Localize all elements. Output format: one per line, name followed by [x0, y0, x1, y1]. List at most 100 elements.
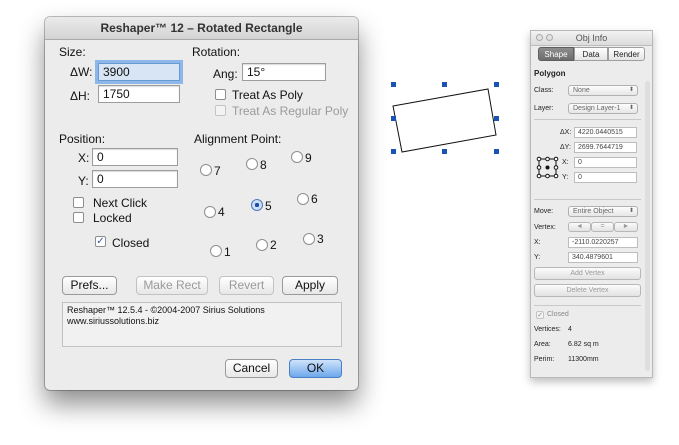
selection-handle-bottom-right[interactable] — [494, 149, 499, 154]
selection-handle-top[interactable] — [442, 82, 447, 87]
website-text: www.siriussolutions.biz — [67, 316, 160, 326]
tab-shape[interactable]: Shape — [538, 47, 574, 61]
dialog-title: Reshaper™ 12 – Rotated Rectangle — [45, 17, 358, 40]
x-field[interactable]: 0 — [574, 157, 637, 168]
minimize-window-icon[interactable] — [546, 34, 553, 41]
alignment-radio-7[interactable] — [200, 164, 212, 176]
move-label: Move: — [534, 208, 554, 215]
vertex-x-field[interactable]: -2110.0220257 — [568, 237, 638, 248]
layer-dropdown[interactable]: Design Layer-1 ⬍ — [568, 103, 638, 114]
alignment-radio-6[interactable] — [297, 193, 309, 205]
size-label: Size: — [59, 45, 86, 59]
vertex-y-label: Y: — [534, 254, 541, 261]
y-label: Y: — [78, 174, 89, 188]
alignment-radio-4[interactable] — [204, 206, 216, 218]
divider — [534, 199, 641, 200]
closed-label: Closed — [547, 311, 569, 318]
vertex-next-button[interactable]: ► — [614, 222, 638, 232]
x-field[interactable] — [92, 148, 178, 166]
alignment-radio-3-label: 3 — [317, 232, 324, 246]
alignment-radio-5[interactable] — [251, 199, 263, 211]
alignment-radio-1[interactable] — [210, 245, 222, 257]
alignment-radio-2[interactable] — [256, 239, 268, 251]
revert-button[interactable]: Revert — [219, 276, 274, 295]
treat-as-poly-checkbox[interactable] — [215, 89, 226, 100]
treat-as-regular-poly-label: Treat As Regular Poly — [232, 104, 349, 118]
ang-label: Ang: — [213, 67, 238, 81]
divider — [534, 305, 641, 306]
alignment-point-grid-icon[interactable] — [536, 156, 560, 180]
prefs-button[interactable]: Prefs... — [62, 276, 117, 295]
ok-button[interactable]: OK — [289, 359, 342, 378]
vertices-label: Vertices: — [534, 326, 561, 333]
alignment-radio-8-label: 8 — [260, 158, 267, 172]
version-text: Reshaper™ 12.5.4 - ©2004-2007 Sirius Sol… — [67, 305, 265, 315]
selection-handle-left[interactable] — [391, 116, 396, 121]
selection-handle-top-right[interactable] — [494, 82, 499, 87]
alignment-radio-7-label: 7 — [214, 164, 221, 178]
alignment-radio-6-label: 6 — [311, 192, 318, 206]
tab-render[interactable]: Render — [608, 47, 645, 61]
make-rect-button[interactable]: Make Rect — [136, 276, 208, 295]
vertex-y-field[interactable]: 340.4879601 — [568, 252, 638, 263]
y-field[interactable] — [92, 170, 178, 188]
next-click-label: Next Click — [93, 196, 148, 210]
y-field[interactable]: 0 — [574, 172, 637, 183]
class-value: None — [573, 87, 590, 94]
class-dropdown[interactable]: None ⬍ — [568, 85, 638, 96]
selection-handle-right[interactable] — [494, 116, 499, 121]
alignment-radio-8[interactable] — [246, 158, 258, 170]
alignment-radio-1-label: 1 — [224, 245, 231, 259]
layer-label: Layer: — [534, 105, 554, 112]
ang-field[interactable] — [242, 63, 326, 81]
dh-label: ΔH: — [70, 89, 91, 103]
dx-field[interactable]: 4220.0440515 — [574, 127, 637, 138]
info-box: Reshaper™ 12.5.4 - ©2004-2007 Sirius Sol… — [62, 302, 342, 347]
dy-label: ΔY: — [560, 144, 571, 151]
obj-info-palette: Obj Info Shape Data Render Polygon Class… — [530, 30, 653, 378]
dh-field[interactable] — [98, 85, 180, 103]
next-click-checkbox[interactable] — [73, 197, 84, 208]
vertex-previous-button[interactable]: ◄ — [568, 222, 591, 232]
treat-as-regular-poly-checkbox[interactable] — [215, 105, 226, 116]
apply-button[interactable]: Apply — [282, 276, 338, 295]
vertex-label: Vertex: — [534, 224, 556, 231]
move-dropdown[interactable]: Entire Object ⬍ — [568, 206, 638, 217]
selection-handle-bottom[interactable] — [442, 149, 447, 154]
chevron-updown-icon: ⬍ — [628, 105, 634, 111]
dy-field[interactable]: 2699.7644719 — [574, 142, 637, 153]
alignment-radio-9[interactable] — [291, 151, 303, 163]
rotated-rectangle-shape[interactable] — [385, 78, 505, 158]
closed-checkbox[interactable]: ✓ — [536, 311, 544, 319]
dw-field[interactable] — [98, 63, 180, 81]
close-window-icon[interactable] — [536, 34, 543, 41]
delete-vertex-button[interactable]: Delete Vertex — [534, 284, 641, 297]
alignment-point-label: Alignment Point: — [194, 132, 282, 146]
selection-handle-top-left[interactable] — [391, 82, 396, 87]
dw-label: ΔW: — [70, 65, 93, 79]
tab-data[interactable]: Data — [574, 47, 608, 61]
class-label: Class: — [534, 87, 554, 94]
locked-checkbox[interactable] — [73, 212, 84, 223]
add-vertex-button[interactable]: Add Vertex — [534, 267, 641, 280]
vertices-value: 4 — [568, 326, 572, 333]
closed-checkbox[interactable]: ✓ — [95, 236, 106, 247]
y-label: Y: — [562, 174, 569, 181]
dx-label: ΔX: — [560, 129, 572, 136]
reshaper-dialog: Reshaper™ 12 – Rotated Rectangle Size: Δ… — [45, 17, 358, 390]
area-label: Area: — [534, 341, 551, 348]
object-type-label: Polygon — [534, 69, 566, 78]
cancel-button[interactable]: Cancel — [225, 359, 278, 378]
vertex-current-button[interactable]: = — [591, 222, 614, 232]
x-label: X: — [78, 151, 90, 165]
palette-scrollbar[interactable] — [645, 81, 650, 371]
alignment-radio-4-label: 4 — [218, 205, 225, 219]
selection-handle-bottom-left[interactable] — [391, 149, 396, 154]
treat-as-poly-label: Treat As Poly — [232, 88, 303, 102]
perim-label: Perim: — [534, 356, 555, 363]
layer-value: Design Layer-1 — [573, 105, 621, 112]
alignment-radio-3[interactable] — [303, 233, 315, 245]
divider — [534, 119, 641, 120]
locked-label: Locked — [93, 211, 132, 225]
alignment-radio-2-label: 2 — [270, 238, 277, 252]
